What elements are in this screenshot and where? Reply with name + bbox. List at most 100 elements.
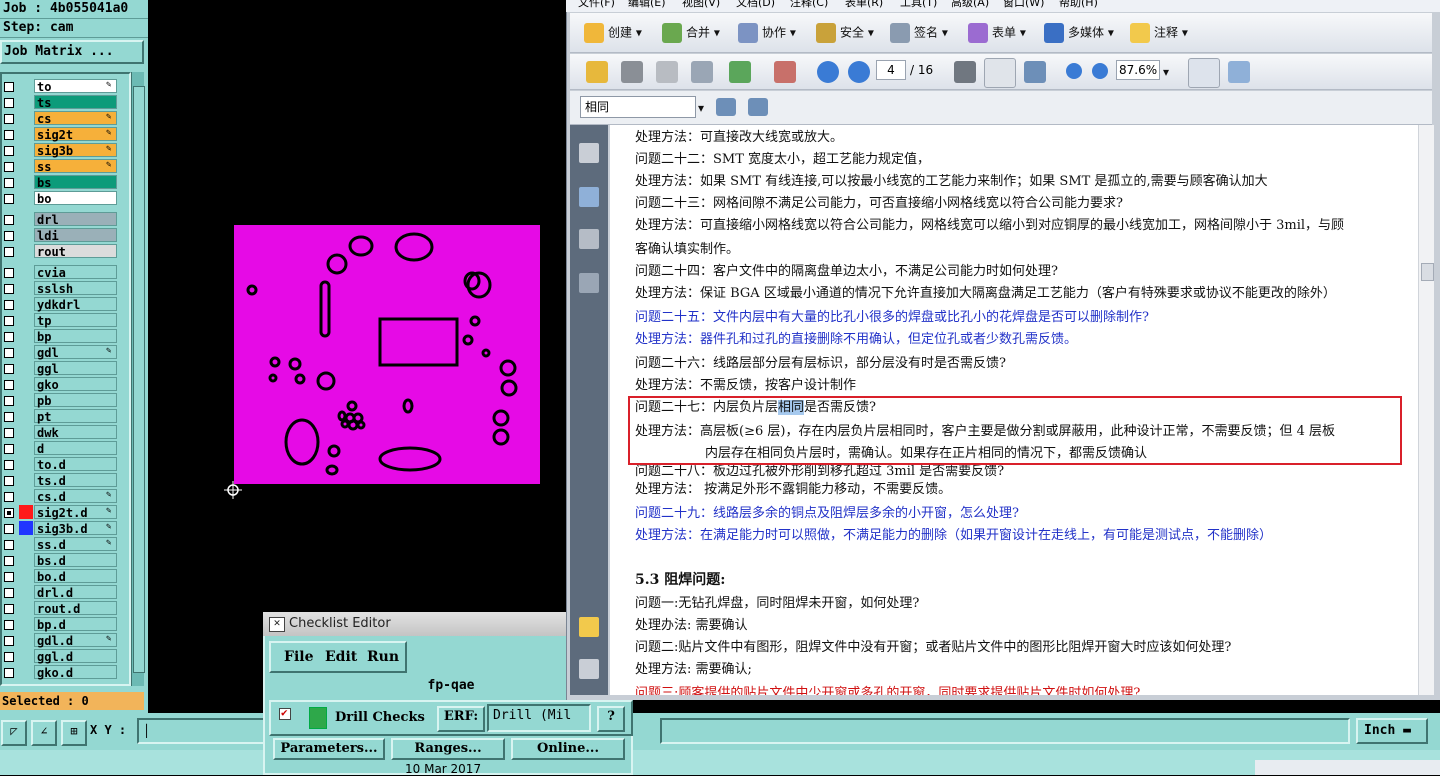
layer-checkbox[interactable]	[4, 162, 14, 172]
bookmarks-icon[interactable]	[579, 187, 599, 207]
erf-button[interactable]: ERF:	[437, 706, 485, 732]
layer-name[interactable]: bs	[34, 175, 117, 190]
layer-checkbox[interactable]	[4, 300, 14, 310]
layer-row[interactable]: ss ✎	[2, 158, 129, 174]
layer-checkbox[interactable]	[4, 572, 14, 582]
layer-name[interactable]: sslsh	[34, 281, 117, 296]
comments-icon[interactable]	[579, 617, 599, 637]
erf-field[interactable]: Drill (Mil	[487, 704, 591, 732]
layer-row[interactable]: sig3b.d ✎	[2, 520, 129, 536]
layer-checkbox[interactable]	[4, 98, 14, 108]
layer-name[interactable]: sig2t	[34, 127, 117, 142]
full-screen-icon[interactable]	[1228, 61, 1250, 83]
layers-icon[interactable]	[579, 229, 599, 249]
layer-checkbox[interactable]	[4, 556, 14, 566]
secure-button[interactable]: 安全 ▾	[816, 23, 874, 43]
layer-row[interactable]: ss.d ✎	[2, 536, 129, 552]
layer-checkbox[interactable]	[4, 332, 14, 342]
layer-checkbox[interactable]	[4, 540, 14, 550]
zoom-out-icon[interactable]	[1066, 63, 1082, 79]
layer-name[interactable]: ts.d	[34, 473, 117, 488]
layer-row[interactable]: rout	[2, 243, 129, 259]
layer-row[interactable]: pb	[2, 392, 129, 408]
layer-row[interactable]: bp	[2, 328, 129, 344]
arrow-up-icon[interactable]	[817, 61, 839, 83]
layer-name[interactable]: cs	[34, 111, 117, 126]
layer-row[interactable]: rout.d	[2, 600, 129, 616]
layer-checkbox[interactable]	[4, 146, 14, 156]
layer-checkbox[interactable]	[4, 620, 14, 630]
zoom-in-icon[interactable]	[1092, 63, 1108, 79]
layer-row[interactable]: sig2t.d ✎	[2, 504, 129, 520]
comment-button[interactable]: 注释 ▾	[1130, 23, 1188, 43]
layer-name[interactable]: cvia	[34, 265, 117, 280]
layer-checkbox[interactable]	[4, 396, 14, 406]
xy-coordinate-field[interactable]: │	[137, 718, 269, 744]
layer-checkbox[interactable]	[4, 215, 14, 225]
layer-name[interactable]: dwk	[34, 425, 117, 440]
layer-row[interactable]: bo	[2, 190, 129, 206]
layer-name[interactable]: rout	[34, 244, 117, 259]
layer-name[interactable]: ss.d	[34, 537, 117, 552]
layer-checkbox[interactable]	[4, 114, 14, 124]
save-icon[interactable]	[656, 61, 678, 83]
layer-checkbox[interactable]	[4, 348, 14, 358]
layer-name[interactable]: gdl.d	[34, 633, 117, 648]
layer-checkbox[interactable]	[4, 460, 14, 470]
layer-row[interactable]: pt	[2, 408, 129, 424]
multimedia-button[interactable]: 多媒体 ▾	[1044, 23, 1114, 43]
layer-name[interactable]: cs.d	[34, 489, 117, 504]
layer-row[interactable]: dwk	[2, 424, 129, 440]
layer-name[interactable]: drl	[34, 212, 117, 227]
layer-name[interactable]: to.d	[34, 457, 117, 472]
layer-row[interactable]: ggl	[2, 360, 129, 376]
scrollbar-thumb[interactable]	[1421, 263, 1434, 281]
menu-forms[interactable]: 表单(R)	[845, 0, 883, 8]
layer-name[interactable]: gdl	[34, 345, 117, 360]
layer-name[interactable]: ts	[34, 95, 117, 110]
layer-checkbox[interactable]	[4, 82, 14, 92]
pdf-scrollbar[interactable]	[1418, 125, 1434, 695]
layer-name[interactable]: pb	[34, 393, 117, 408]
find-icon[interactable]	[774, 61, 796, 83]
units-dropdown[interactable]: Inch ▬	[1356, 718, 1428, 744]
arrow-down-icon[interactable]	[848, 61, 870, 83]
layer-row[interactable]: gko	[2, 376, 129, 392]
layer-row[interactable]: ggl.d	[2, 648, 129, 664]
layer-row[interactable]: sig2t ✎	[2, 126, 129, 142]
layer-name[interactable]: ydkdrl	[34, 297, 117, 312]
layer-checkbox[interactable]	[4, 284, 14, 294]
layer-name[interactable]: ldi	[34, 228, 117, 243]
layer-checkbox[interactable]	[4, 492, 14, 502]
layer-checkbox[interactable]	[4, 508, 14, 518]
layer-row[interactable]: ydkdrl	[2, 296, 129, 312]
online-button[interactable]: Online...	[511, 738, 625, 760]
web-icon[interactable]	[729, 61, 751, 83]
layer-name[interactable]: sig3b	[34, 143, 117, 158]
layer-checkbox[interactable]	[4, 231, 14, 241]
zoom-dropdown-icon[interactable]: ▾	[1163, 64, 1169, 80]
scrollbar-thumb[interactable]	[133, 86, 145, 673]
layer-name[interactable]: d	[34, 441, 117, 456]
text-select-icon[interactable]	[954, 61, 976, 83]
layer-row[interactable]: cs.d ✎	[2, 488, 129, 504]
menu-help[interactable]: 帮助(H)	[1059, 0, 1098, 8]
layer-name[interactable]: rout.d	[34, 601, 117, 616]
layer-row[interactable]: gko.d	[2, 664, 129, 680]
layer-checkbox[interactable]	[4, 636, 14, 646]
layer-row[interactable]: bp.d	[2, 616, 129, 632]
layer-checkbox[interactable]	[4, 444, 14, 454]
layer-checkbox[interactable]	[4, 524, 14, 534]
open-folder-icon[interactable]	[586, 61, 608, 83]
find-previous-icon[interactable]	[716, 98, 736, 116]
layer-name[interactable]: bp.d	[34, 617, 117, 632]
menu-comments[interactable]: 注释(C)	[790, 0, 828, 8]
layer-row[interactable]: ts	[2, 94, 129, 110]
layer-name[interactable]: bs.d	[34, 553, 117, 568]
layer-row[interactable]: drl.d	[2, 584, 129, 600]
layer-name[interactable]: ss	[34, 159, 117, 174]
fit-width-icon[interactable]	[1188, 58, 1220, 88]
layer-checkbox[interactable]	[4, 178, 14, 188]
menu-document[interactable]: 文档(D)	[736, 0, 775, 8]
layer-row[interactable]: ldi	[2, 227, 129, 243]
